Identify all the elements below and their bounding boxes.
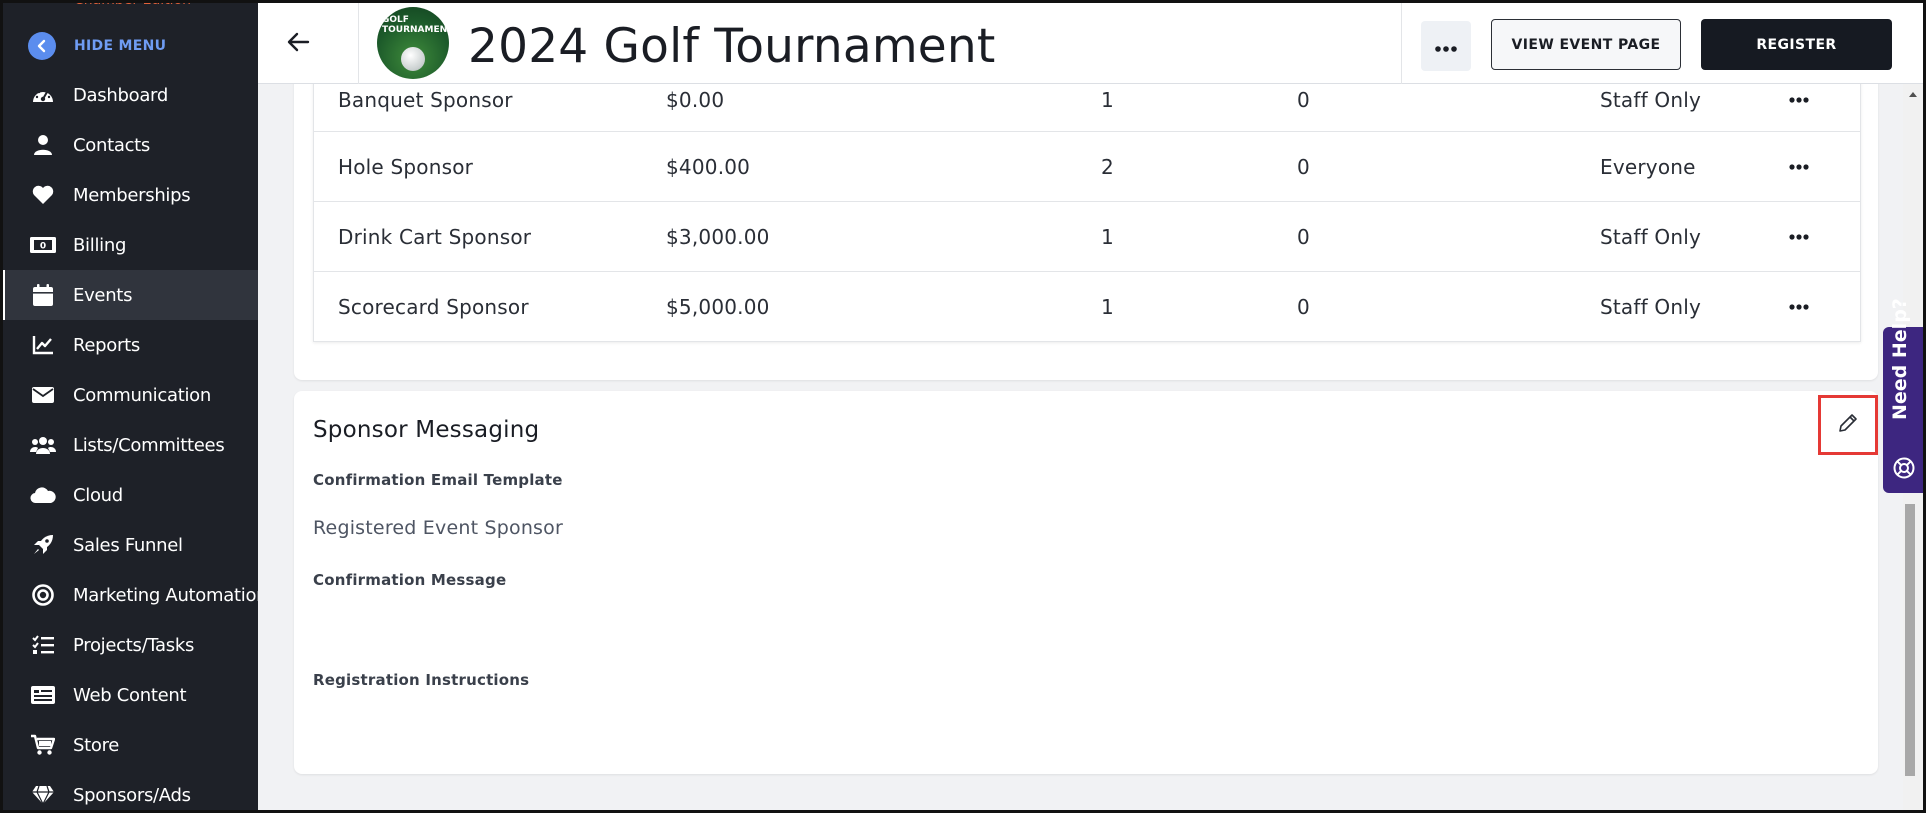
sidebar-item-reports[interactable]: Reports [0, 320, 258, 370]
sidebar-item-label: Dashboard [73, 84, 168, 106]
dashboard-gauge-icon [30, 82, 56, 108]
edit-sponsor-messaging-button[interactable] [1818, 395, 1878, 455]
sponsor-sold: 0 [1297, 224, 1310, 249]
view-event-page-button[interactable]: VIEW EVENT PAGE [1491, 19, 1681, 70]
confirmation-email-template-value: Registered Event Sponsor [313, 517, 563, 539]
event-logo: GOLF TOURNAMENT [377, 7, 449, 79]
header-divider [1401, 3, 1402, 84]
sidebar-item-marketing-automation[interactable]: Marketing Automation [0, 570, 258, 620]
sidebar: Chamber Edition HIDE MENU Dashboard Cont… [0, 0, 258, 813]
person-icon [30, 132, 56, 158]
chart-line-icon [30, 332, 56, 358]
scroll-up-arrow-icon[interactable] [1909, 92, 1917, 97]
sponsor-sold: 0 [1297, 294, 1310, 319]
register-button[interactable]: REGISTER [1701, 19, 1892, 70]
scroll-thumb[interactable] [1905, 504, 1915, 776]
sponsor-quantity: 1 [1101, 294, 1114, 319]
sidebar-item-label: Cloud [73, 484, 123, 506]
target-icon [30, 582, 56, 608]
sponsor-visibility: Staff Only [1600, 294, 1702, 319]
users-group-icon [30, 432, 56, 458]
sponsorship-table: Banquet Sponsor $0.00 1 0 Staff Only Hol… [313, 68, 1861, 342]
sidebar-item-dashboard[interactable]: Dashboard [0, 70, 258, 120]
page-title: 2024 Golf Tournament [468, 19, 996, 74]
sidebar-item-lists-committees[interactable]: Lists/Committees [0, 420, 258, 470]
event-header: GOLF TOURNAMENT 2024 Golf Tournament VIE… [258, 3, 1923, 84]
gem-icon [30, 782, 56, 808]
sponsor-name: Drink Cart Sponsor [338, 224, 532, 249]
sidebar-item-label: Sales Funnel [73, 534, 183, 556]
sponsor-visibility: Everyone [1600, 154, 1696, 179]
more-options-button[interactable] [1421, 21, 1471, 71]
sidebar-item-store[interactable]: Store [0, 720, 258, 770]
sidebar-item-label: Lists/Committees [73, 434, 225, 456]
confirmation-message-label: Confirmation Message [313, 571, 507, 589]
sidebar-item-label: Billing [73, 234, 127, 256]
ellipsis-icon [1435, 37, 1457, 56]
sidebar-item-label: Events [73, 284, 133, 306]
sidebar-item-label: Projects/Tasks [73, 634, 195, 656]
sponsor-name: Scorecard Sponsor [338, 294, 529, 319]
sponsor-messaging-card [294, 391, 1878, 774]
checklist-icon [30, 632, 56, 658]
pencil-icon [1837, 412, 1859, 438]
sidebar-item-projects-tasks[interactable]: Projects/Tasks [0, 620, 258, 670]
hide-menu-label: HIDE MENU [74, 38, 167, 54]
need-help-label: Need Help? [1889, 298, 1911, 420]
sponsor-price: $400.00 [666, 154, 751, 179]
sponsor-quantity: 1 [1101, 224, 1114, 249]
cloud-icon [30, 482, 56, 508]
heart-icon [30, 182, 56, 208]
row-actions-ellipsis-icon[interactable] [1784, 132, 1814, 201]
sidebar-item-label: Memberships [73, 184, 191, 206]
chevron-left-icon [28, 32, 56, 60]
envelope-icon [30, 382, 56, 408]
hide-menu-button[interactable]: HIDE MENU [28, 31, 166, 61]
sidebar-item-label: Contacts [73, 134, 151, 156]
back-arrow-icon[interactable] [284, 27, 314, 57]
sidebar-item-label: Web Content [73, 684, 187, 706]
sidebar-item-label: Reports [73, 334, 140, 356]
table-row: Drink Cart Sponsor $3,000.00 1 0 Staff O… [314, 201, 1860, 271]
sidebar-item-communication[interactable]: Communication [0, 370, 258, 420]
svg-text:0: 0 [40, 242, 46, 252]
event-logo-text: GOLF TOURNAMENT [382, 15, 449, 35]
calendar-icon [30, 282, 56, 308]
golf-ball-icon [401, 47, 425, 71]
need-help-tab[interactable]: Need Help? [1883, 298, 1923, 493]
table-row: Scorecard Sponsor $5,000.00 1 0 Staff On… [314, 271, 1860, 341]
sidebar-item-web-content[interactable]: Web Content [0, 670, 258, 720]
sidebar-item-label: Marketing Automation [73, 584, 258, 606]
sponsor-visibility: Staff Only [1600, 224, 1702, 249]
sidebar-item-label: Sponsors/Ads [73, 784, 191, 806]
org-edition-label: Chamber Edition [74, 0, 192, 8]
sidebar-item-memberships[interactable]: Memberships [0, 170, 258, 220]
sidebar-item-events[interactable]: Events [0, 270, 258, 320]
row-actions-ellipsis-icon[interactable] [1784, 202, 1814, 271]
sidebar-item-contacts[interactable]: Contacts [0, 120, 258, 170]
sidebar-item-cloud[interactable]: Cloud [0, 470, 258, 520]
confirmation-email-template-label: Confirmation Email Template [313, 471, 563, 489]
rocket-icon [30, 532, 56, 558]
sidebar-item-billing[interactable]: 0 Billing [0, 220, 258, 270]
sponsor-price: $5,000.00 [666, 294, 770, 319]
sponsor-price: $3,000.00 [666, 224, 770, 249]
sponsor-sold: 0 [1297, 154, 1310, 179]
sidebar-item-sales-funnel[interactable]: Sales Funnel [0, 520, 258, 570]
header-divider [358, 3, 359, 84]
sidebar-item-label: Store [73, 734, 120, 756]
sidebar-item-label: Communication [73, 384, 211, 406]
money-bill-icon: 0 [30, 232, 56, 258]
sponsor-messaging-title: Sponsor Messaging [313, 417, 540, 443]
sponsor-quantity: 2 [1101, 154, 1114, 179]
row-actions-ellipsis-icon[interactable] [1784, 272, 1814, 341]
registration-instructions-label: Registration Instructions [313, 671, 530, 689]
lifebuoy-icon [1893, 457, 1915, 479]
web-content-icon [30, 682, 56, 708]
sidebar-item-sponsors-ads[interactable]: Sponsors/Ads [0, 770, 258, 813]
table-row: Hole Sponsor $400.00 2 0 Everyone [314, 131, 1860, 201]
cart-icon [30, 732, 56, 758]
sponsor-name: Hole Sponsor [338, 154, 474, 179]
